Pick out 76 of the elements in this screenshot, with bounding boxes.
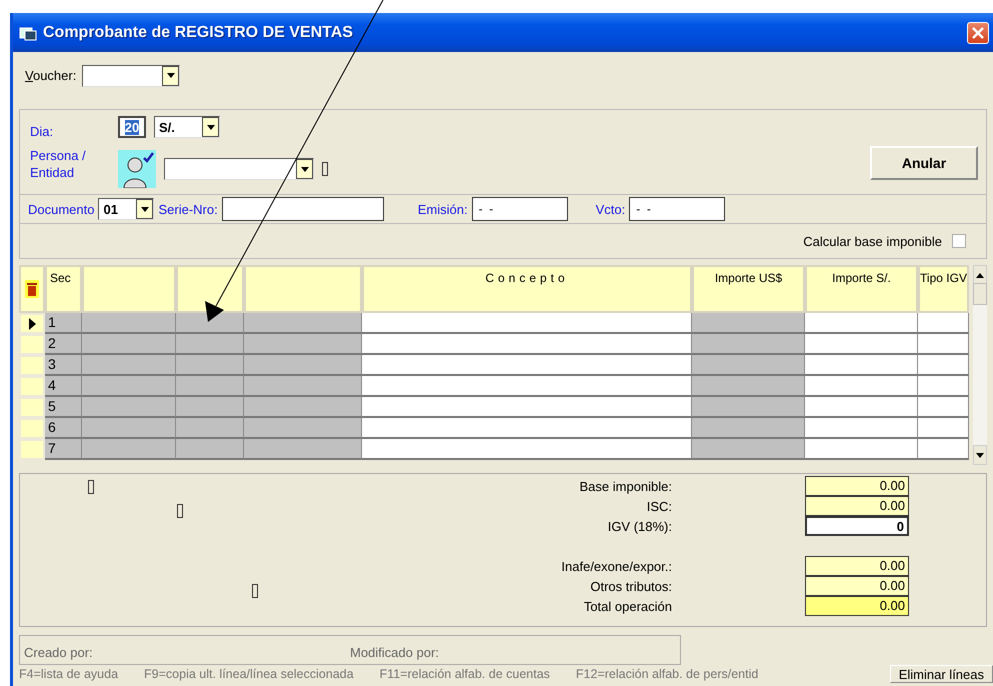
column-header: Sec — [45, 265, 82, 313]
total-label: ISC: — [646, 498, 672, 514]
vcto-label: Vcto: — [596, 202, 626, 216]
eliminar-lineas-button[interactable]: Eliminar líneas — [890, 665, 993, 683]
serie-label: Serie-Nro: — [158, 202, 218, 216]
calcular-label: Calcular base imponible — [803, 234, 942, 248]
created-by-label: Creado por: — [24, 645, 94, 660]
small-empty-field — [322, 162, 328, 176]
total-label: Otros tributos: — [590, 578, 672, 594]
close-button[interactable] — [967, 22, 989, 44]
current-row-icon — [28, 318, 36, 330]
table-cell[interactable] — [918, 376, 969, 397]
shortcut-hint: F12=relación alfab. de pers/entid — [576, 667, 758, 681]
total-label: Total operación — [584, 598, 672, 614]
shortcut-hint: F4=lista de ayuda — [19, 667, 118, 681]
calcular-checkbox[interactable] — [952, 234, 966, 248]
total-field: 0.00 — [805, 596, 909, 616]
voucher-label: Voucher: — [25, 68, 76, 83]
total-label: Inafe/exone/expor.: — [561, 558, 672, 574]
dropdown-arrow-icon — [166, 73, 175, 78]
window-app-icon — [19, 24, 37, 40]
scroll-thumb[interactable] — [973, 283, 987, 305]
anular-button[interactable]: Anular — [870, 146, 978, 180]
total-field: 0.00 — [805, 556, 909, 576]
total-field: 0.00 — [805, 476, 909, 496]
row-selector[interactable] — [19, 313, 45, 334]
total-field: 0.00 — [805, 496, 909, 516]
trash-icon[interactable] — [25, 280, 39, 298]
vcto-field[interactable]: - - — [629, 197, 726, 221]
column-header: Concepto — [362, 265, 692, 313]
table-cell[interactable] — [362, 355, 692, 376]
total-label: Base imponible: — [580, 478, 672, 494]
scroll-down-icon — [976, 452, 984, 458]
table-cell[interactable] — [918, 418, 969, 439]
serie-field[interactable] — [222, 197, 384, 221]
emision-field[interactable]: - - — [472, 197, 568, 221]
total-field[interactable]: 0 — [805, 516, 909, 536]
shortcut-hint: F9=copia ult. línea/línea seleccionada — [144, 667, 354, 681]
person-lookup-icon[interactable] — [118, 150, 156, 188]
column-header: Tipo IGV — [918, 265, 969, 313]
dia-field[interactable]: 20 — [118, 116, 146, 138]
documento-dropdown[interactable]: 01 — [98, 198, 154, 220]
table-cell[interactable] — [362, 439, 692, 460]
small-empty-field — [177, 504, 183, 518]
persona-dropdown[interactable] — [164, 158, 314, 180]
dropdown-arrow-icon — [300, 166, 308, 172]
dia-label: Dia: — [30, 124, 54, 138]
table-cell[interactable] — [918, 397, 969, 418]
dropdown-arrow-icon — [206, 124, 214, 130]
dropdown-arrow-icon — [140, 206, 149, 212]
documento-label: Documento — [28, 202, 94, 216]
table-cell[interactable] — [918, 334, 969, 355]
table-cell[interactable] — [362, 397, 692, 418]
window-title: Comprobante de REGISTRO DE VENTAS — [43, 24, 354, 42]
emision-label: Emisión: — [418, 202, 468, 216]
table-cell[interactable] — [362, 418, 692, 439]
total-label: IGV (18%): — [608, 518, 672, 534]
persona-label: Persona / Entidad — [30, 146, 87, 180]
shortcut-hint: F11=relación alfab. de cuentas — [380, 667, 550, 681]
total-field: 0.00 — [805, 576, 909, 596]
scrollbar[interactable] — [973, 265, 987, 465]
table-cell[interactable] — [362, 334, 692, 355]
table-cell[interactable] — [362, 376, 692, 397]
table-cell[interactable] — [918, 355, 969, 376]
close-icon — [972, 26, 984, 38]
currency-dropdown[interactable]: S/. — [154, 116, 220, 138]
modified-by-label: Modificado por: — [350, 645, 440, 660]
table-cell[interactable] — [918, 313, 969, 334]
table-cell[interactable] — [918, 439, 969, 460]
column-header: Importe US$ — [692, 265, 805, 313]
small-empty-field — [252, 584, 258, 598]
small-empty-field — [88, 480, 94, 494]
voucher-dropdown[interactable] — [82, 64, 180, 86]
table-cell[interactable] — [362, 313, 692, 334]
column-header: Importe S/. — [805, 265, 918, 313]
scroll-up-icon — [976, 272, 984, 278]
